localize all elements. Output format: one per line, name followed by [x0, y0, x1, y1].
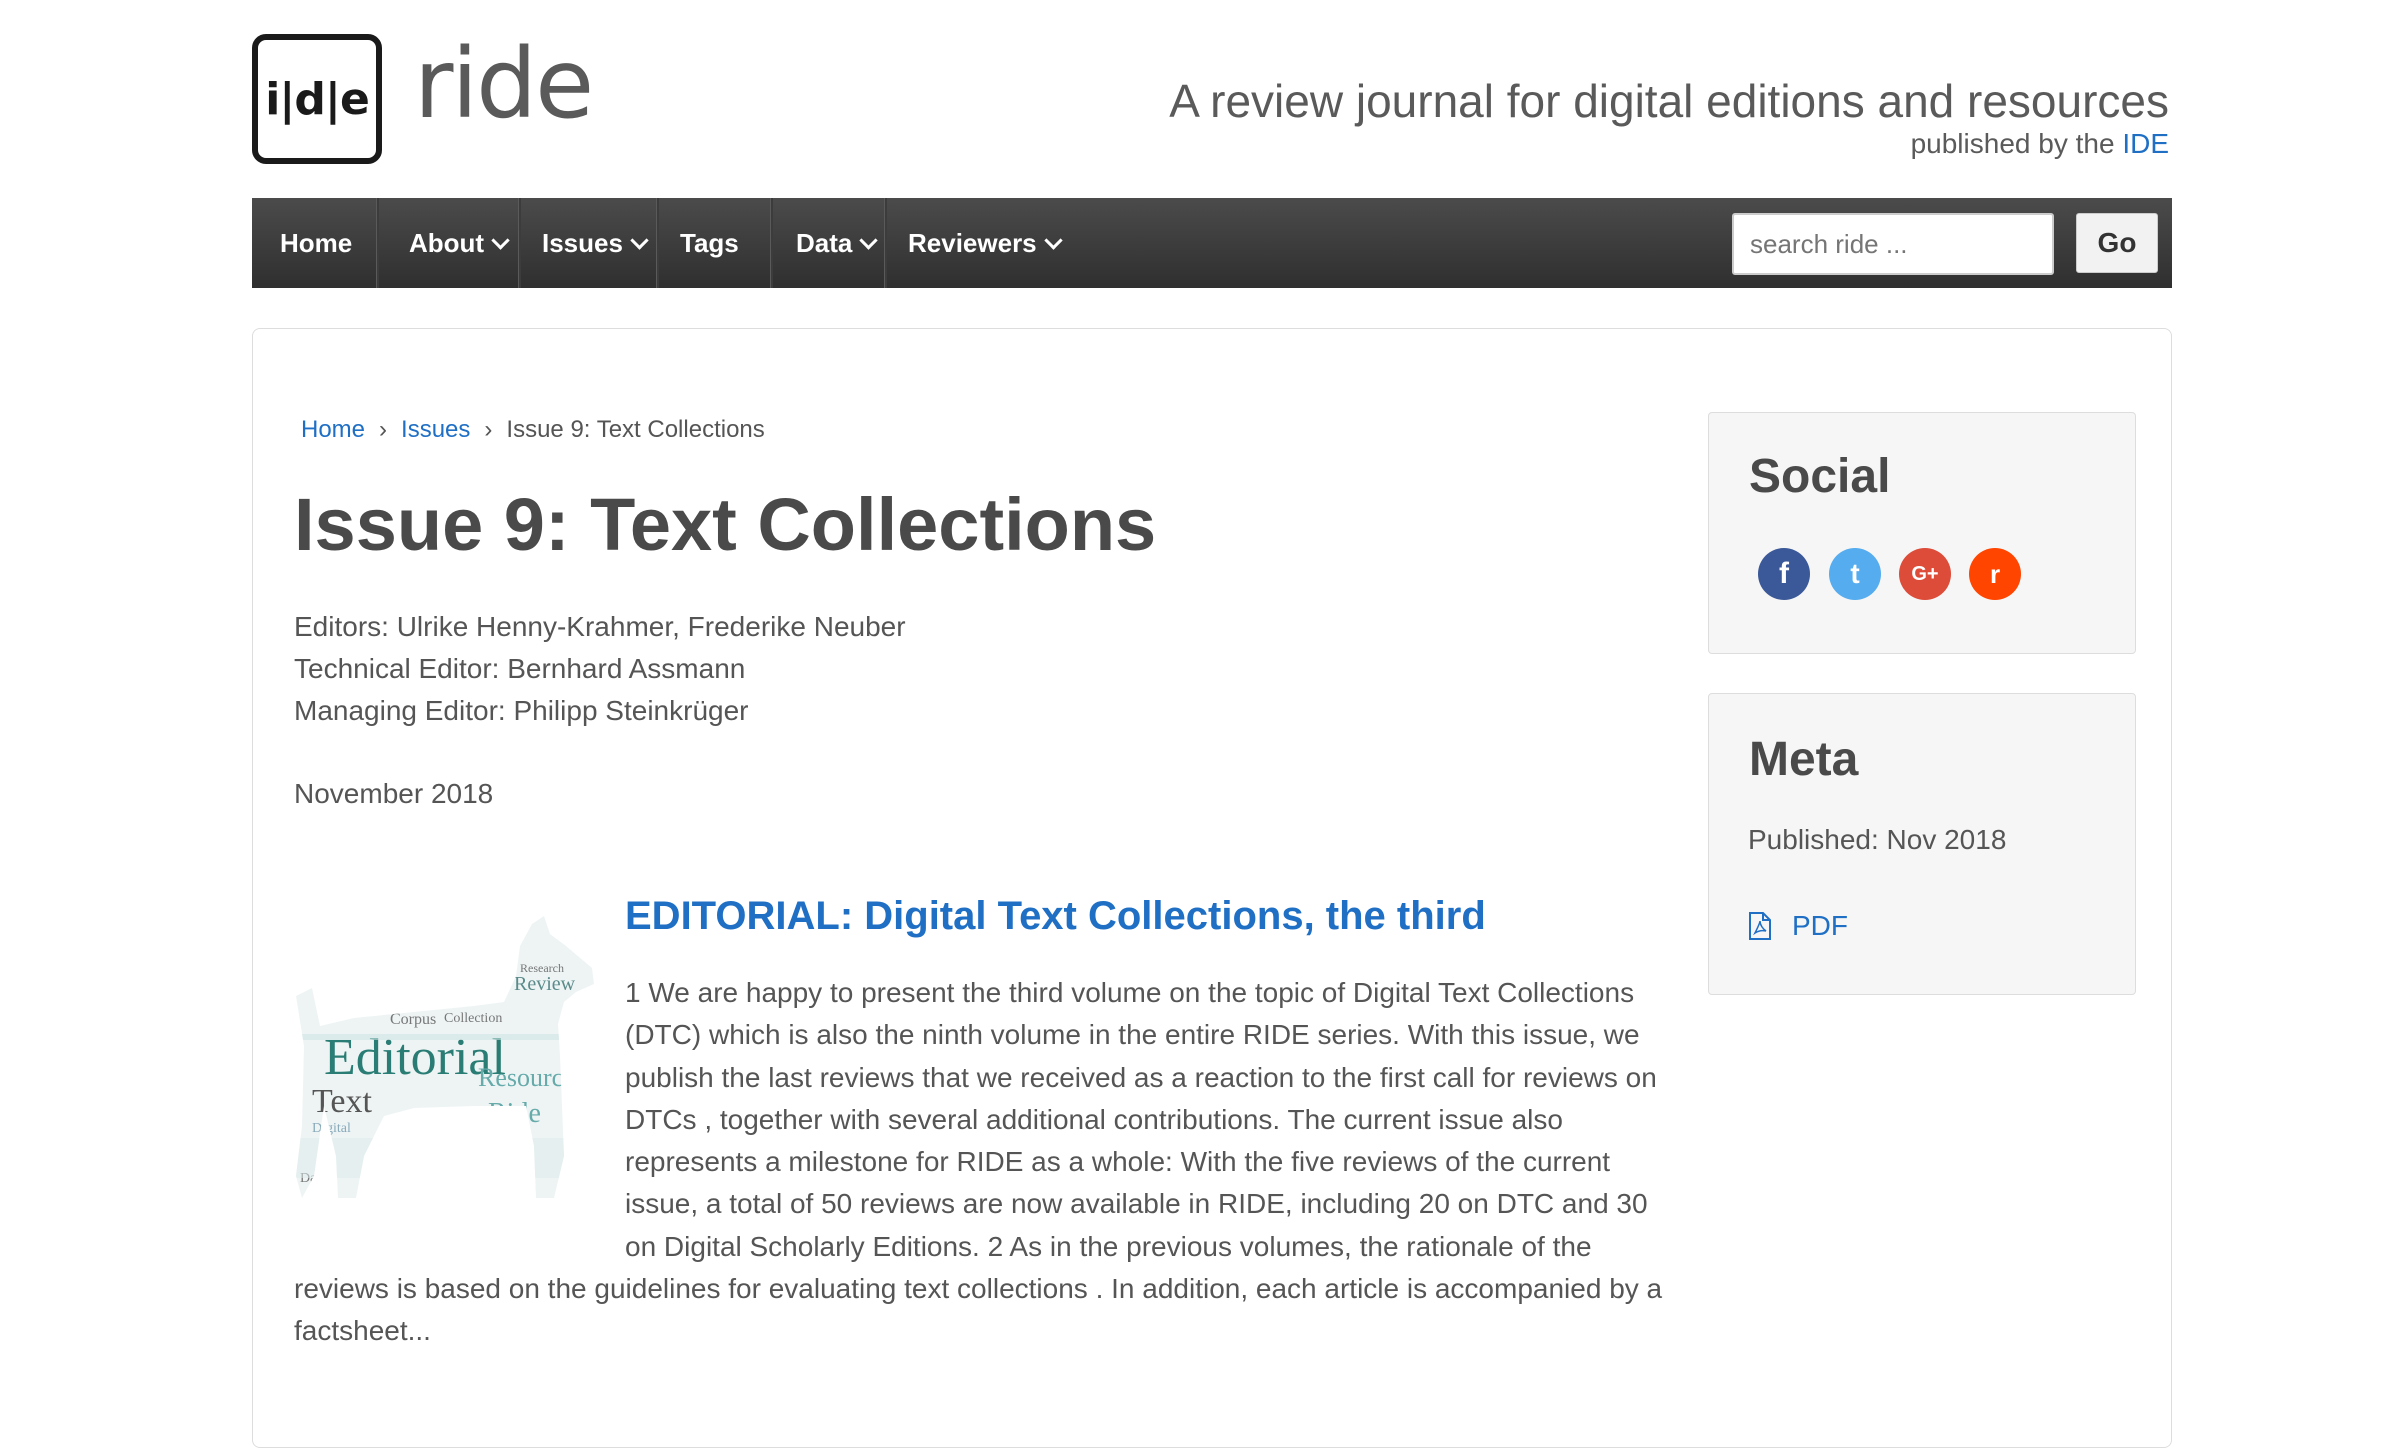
published-date: Published: Nov 2018	[1748, 824, 2007, 855]
google-plus-icon[interactable]: G+	[1899, 548, 1951, 600]
pdf-file-icon	[1749, 912, 1771, 940]
nav-about-label: About	[409, 227, 485, 258]
breadcrumb-separator: ›	[484, 416, 493, 443]
logo-mark[interactable]: i|d|e	[252, 34, 382, 164]
nav-home[interactable]: Home	[280, 198, 352, 288]
nav-issues[interactable]: Issues	[542, 198, 649, 288]
nav-divider	[376, 198, 379, 288]
nav-issues-label: Issues	[542, 227, 623, 258]
search-input[interactable]	[1732, 213, 2054, 275]
nav-about[interactable]: About	[409, 198, 510, 288]
nav-divider	[518, 198, 521, 288]
chevron-down-icon	[1043, 230, 1063, 250]
breadcrumb-separator: ›	[379, 416, 388, 443]
publisher-link[interactable]: IDE	[2122, 128, 2169, 159]
nav-divider	[770, 198, 773, 288]
meta-widget-title: Meta	[1749, 733, 1859, 786]
breadcrumb: Home › Issues › Issue 9: Text Collections	[301, 416, 765, 444]
nav-reviewers[interactable]: Reviewers	[908, 198, 1063, 288]
breadcrumb-current: Issue 9: Text Collections	[506, 416, 765, 443]
facebook-icon[interactable]: f	[1758, 548, 1810, 600]
editors-line: Editors: Ulrike Henny-Krahmer, Frederike…	[294, 611, 906, 642]
page-title: Issue 9: Text Collections	[294, 483, 1157, 566]
nav-reviewers-label: Reviewers	[908, 227, 1037, 258]
nav-tags[interactable]: Tags	[680, 198, 739, 288]
article-excerpt: 1 We are happy to present the third volu…	[294, 972, 1666, 1353]
breadcrumb-home[interactable]: Home	[301, 416, 365, 443]
pdf-download-link[interactable]: PDF	[1748, 910, 1848, 942]
logo-wordmark[interactable]: ride	[414, 36, 594, 132]
article-title-link[interactable]: EDITORIAL: Digital Text Collections, the…	[625, 894, 1486, 939]
nav-divider	[884, 198, 887, 288]
managing-editor-line: Managing Editor: Philipp Steinkrüger	[294, 695, 749, 726]
nav-data-label: Data	[796, 227, 853, 258]
social-widget-title: Social	[1749, 450, 1891, 503]
social-widget: Social	[1708, 412, 2136, 654]
publisher-prefix: published by the	[1910, 128, 2115, 159]
chevron-down-icon	[491, 230, 510, 250]
publisher-line: published by the IDE	[1911, 128, 2169, 160]
reddit-icon[interactable]: r	[1969, 548, 2021, 600]
search-go-button[interactable]: Go	[2076, 213, 2158, 273]
technical-editor-line: Technical Editor: Bernhard Assmann	[294, 653, 746, 684]
twitter-icon[interactable]: t	[1829, 548, 1881, 600]
chevron-down-icon	[859, 230, 879, 250]
image-float-spacer	[294, 972, 625, 1262]
nav-tags-label: Tags	[680, 227, 739, 258]
editors-block: Editors: Ulrike Henny-Krahmer, Frederike…	[294, 606, 906, 732]
pdf-label: PDF	[1792, 910, 1848, 941]
main-navbar: Home About Issues Tags Data Reviewers Go	[252, 198, 2172, 288]
breadcrumb-issues[interactable]: Issues	[401, 416, 470, 443]
nav-home-label: Home	[280, 227, 353, 258]
site-tagline: A review journal for digital editions an…	[1169, 75, 2169, 127]
nav-divider	[656, 198, 659, 288]
nav-data[interactable]: Data	[796, 198, 879, 288]
issue-date: November 2018	[294, 778, 494, 809]
chevron-down-icon	[630, 230, 649, 250]
